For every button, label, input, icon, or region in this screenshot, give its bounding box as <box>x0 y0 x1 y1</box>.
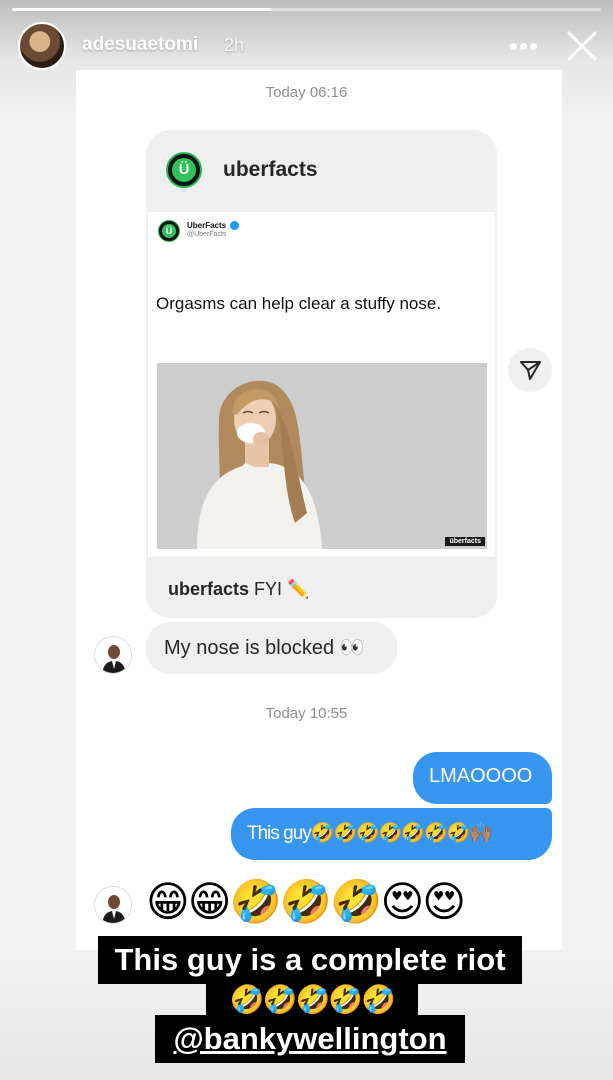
story-caption-emojis: 🤣🤣🤣🤣🤣 <box>206 982 418 1018</box>
close-icon[interactable] <box>566 30 598 62</box>
shared-post-card[interactable]: Ü uberfacts Ü UberFacts @UberFacts Orgas… <box>146 130 497 618</box>
tweet-photo: überfacts <box>157 363 487 549</box>
story-time: 2h <box>224 35 245 55</box>
tweet-avatar-icon: Ü <box>158 220 180 242</box>
sender-avatar[interactable] <box>94 636 132 674</box>
chat-timestamp: Today 06:16 <box>265 84 348 101</box>
story-caption-line: This guy is a complete riot <box>98 936 522 984</box>
chat-timestamp: Today 10:55 <box>265 705 348 722</box>
more-horizontal-icon[interactable]: ••• <box>506 33 542 59</box>
sender-avatar[interactable] <box>94 886 132 924</box>
verified-badge-icon <box>230 221 239 230</box>
tweet-text: Orgasms can help clear a stuffy nose. <box>156 294 442 313</box>
story-mention[interactable]: @bankywellington <box>155 1015 465 1063</box>
story-username[interactable]: adesuaetomi <box>82 34 198 56</box>
shared-post-caption: uberfacts FYI ✏️ <box>168 579 309 600</box>
outgoing-message[interactable]: This guy🤣🤣🤣🤣🤣🤣🤣🙌🏽 <box>231 808 552 860</box>
incoming-message[interactable]: My nose is blocked 👀 <box>146 622 397 674</box>
share-button[interactable] <box>508 348 552 392</box>
outgoing-message[interactable]: LMAOOOO <box>413 752 552 804</box>
caption-username: uberfacts <box>168 579 250 599</box>
tweet-account-name: UberFacts <box>187 221 227 230</box>
caption-text: FYI ✏️ <box>249 579 310 599</box>
story-progress-fill <box>12 8 272 11</box>
story-progress-bar <box>12 8 601 11</box>
photo-watermark: überfacts <box>445 537 485 546</box>
tweet-handle: @UberFacts <box>187 231 227 238</box>
shared-post-caption-bar: uberfacts FYI ✏️ <box>146 557 497 618</box>
profile-avatar[interactable] <box>18 22 66 70</box>
send-icon <box>520 361 541 380</box>
shared-post-account[interactable]: uberfacts <box>223 158 318 182</box>
uberfacts-logo-icon: Ü <box>166 152 202 188</box>
emoji-message[interactable]: 😁😁🤣🤣🤣😍😍 <box>146 876 466 928</box>
